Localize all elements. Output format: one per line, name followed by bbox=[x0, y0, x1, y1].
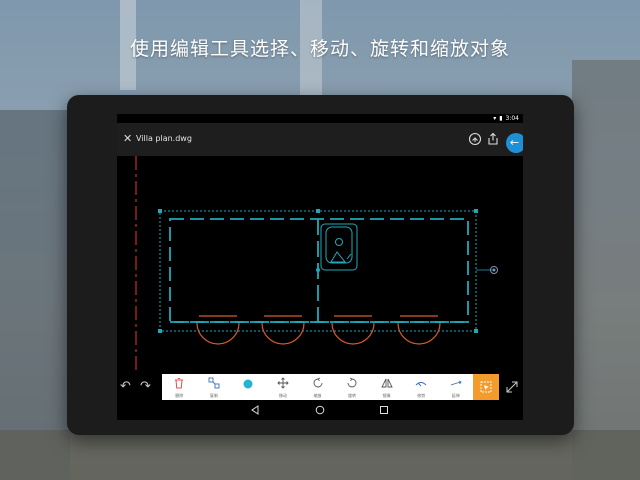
tool-label: 缩放 bbox=[313, 393, 322, 398]
tool-label: 修剪 bbox=[417, 393, 426, 398]
wifi-icon: ▾ bbox=[493, 115, 497, 122]
tools-panel: 删除 复制 移动 缩放 旋转 镜像 修剪 延伸 bbox=[162, 374, 473, 400]
select-box-icon bbox=[480, 381, 492, 393]
file-name: Villa plan.dwg bbox=[136, 134, 192, 143]
marketing-caption: 使用编辑工具选择、移动、旋转和缩放对象 bbox=[129, 38, 510, 60]
tool-label: 延伸 bbox=[451, 393, 460, 398]
trim-icon bbox=[415, 382, 427, 387]
nav-home-icon[interactable] bbox=[315, 405, 325, 415]
tool-rotate[interactable]: 旋转 bbox=[335, 374, 370, 400]
tool-extend[interactable]: 延伸 bbox=[439, 374, 474, 400]
status-bar: ▾ ▮ 3:04 bbox=[117, 114, 523, 123]
undo-icon[interactable]: ↶ bbox=[120, 379, 131, 394]
tool-select-active[interactable] bbox=[473, 374, 499, 400]
tool-trim[interactable]: 修剪 bbox=[404, 374, 439, 400]
color-dot-icon bbox=[243, 379, 253, 389]
fixture-drain bbox=[335, 238, 343, 246]
background-building-left bbox=[0, 110, 70, 480]
rotate-icon bbox=[347, 377, 357, 388]
export-icon[interactable] bbox=[486, 132, 500, 146]
edit-toolbar: ↶ ↷ 删除 复制 移动 缩放 旋转 镜像 修剪 延伸 bbox=[117, 374, 523, 400]
tool-label: 删除 bbox=[175, 393, 184, 398]
drawing-canvas[interactable] bbox=[117, 156, 523, 374]
tool-label: 镜像 bbox=[382, 393, 391, 398]
background-ground bbox=[0, 430, 640, 480]
close-icon[interactable]: ✕ bbox=[123, 133, 132, 144]
tool-label: 旋转 bbox=[348, 393, 357, 398]
tool-scale[interactable]: 缩放 bbox=[300, 374, 335, 400]
scale-icon bbox=[313, 377, 322, 388]
tool-copy[interactable]: 复制 bbox=[197, 374, 232, 400]
move-icon bbox=[277, 377, 289, 389]
trash-icon bbox=[175, 378, 184, 389]
tool-mirror[interactable]: 镜像 bbox=[369, 374, 404, 400]
tool-move[interactable]: 移动 bbox=[266, 374, 301, 400]
background-building-right bbox=[572, 60, 640, 480]
tool-delete[interactable]: 删除 bbox=[162, 374, 197, 400]
share-icon[interactable] bbox=[468, 132, 482, 146]
nav-recent-icon[interactable] bbox=[379, 405, 389, 415]
battery-icon: ▮ bbox=[499, 115, 503, 122]
status-time: 3:04 bbox=[505, 115, 519, 122]
copy-icon bbox=[208, 377, 220, 389]
android-nav-bar bbox=[117, 400, 523, 420]
redo-icon[interactable]: ↷ bbox=[140, 379, 151, 394]
mirror-icon bbox=[380, 378, 393, 388]
arrow-left-icon[interactable]: ← bbox=[506, 133, 523, 153]
status-icons: ▾ ▮ 3:04 bbox=[493, 115, 519, 122]
tool-label: 移动 bbox=[278, 393, 287, 398]
tool-label: 复制 bbox=[209, 393, 218, 398]
app-bar: ✕ Villa plan.dwg ← bbox=[117, 123, 523, 156]
app-screen: ▾ ▮ 3:04 ✕ Villa plan.dwg ← ↶ ↷ 删除 复制 移动… bbox=[117, 114, 523, 420]
tool-color[interactable] bbox=[231, 374, 266, 400]
extend-icon bbox=[450, 380, 462, 386]
fixture-detail bbox=[330, 251, 352, 263]
expand-icon[interactable] bbox=[506, 381, 518, 393]
nav-back-icon[interactable] bbox=[250, 405, 260, 415]
